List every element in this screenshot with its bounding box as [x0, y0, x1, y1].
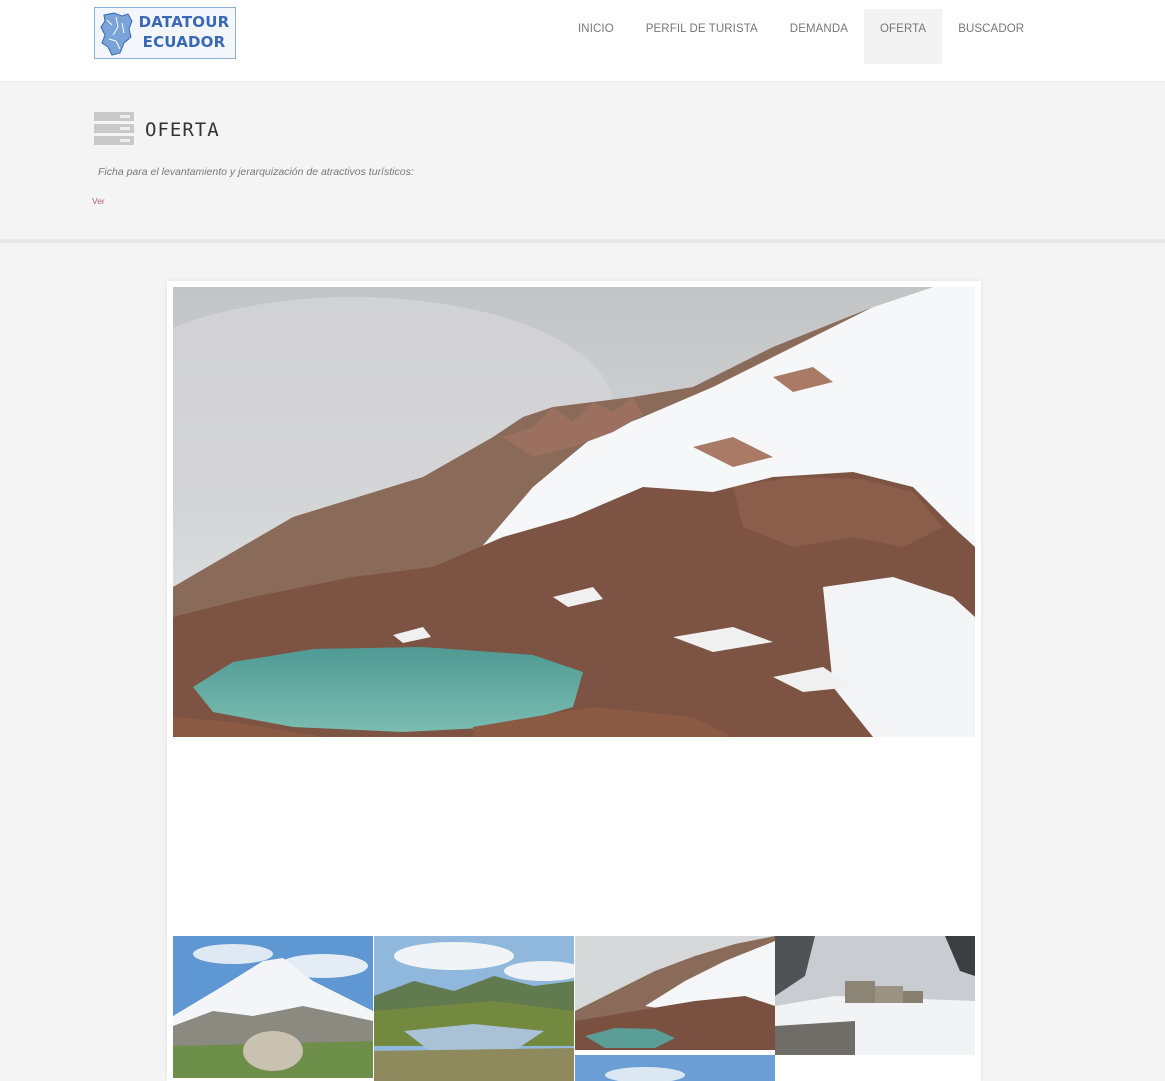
nav-item-inicio[interactable]: INICIO — [562, 9, 630, 64]
nav-item-perfil-de-turista[interactable]: PERFIL DE TURISTA — [630, 9, 774, 64]
page-title: OFERTA — [145, 119, 220, 141]
nav-item-oferta[interactable]: OFERTA — [864, 9, 943, 64]
nav-item-demanda[interactable]: DEMANDA — [774, 9, 864, 64]
main-photo[interactable] — [173, 287, 975, 737]
thumbnail-2[interactable] — [374, 936, 574, 1081]
stack-icon — [94, 112, 134, 145]
ver-link[interactable]: Ver — [92, 196, 105, 206]
thumbnail-1[interactable] — [173, 936, 373, 1078]
main-nav: INICIO PERFIL DE TURISTA DEMANDA OFERTA … — [562, 9, 1040, 64]
datatour-logo[interactable]: DATATOUR ECUADOR — [94, 7, 236, 59]
image-gallery — [167, 281, 981, 1081]
ecuador-map-icon — [100, 12, 133, 56]
page-subtitle: Ficha para el levantamiento y jerarquiza… — [98, 166, 414, 178]
logo-line-1: DATATOUR — [138, 13, 230, 31]
logo-text: DATATOUR ECUADOR — [135, 12, 233, 52]
thumbnail-3[interactable] — [575, 936, 775, 1050]
thumbnail-4[interactable] — [775, 936, 975, 1055]
logo-line-2: ECUADOR — [142, 33, 226, 51]
thumbnail-5[interactable] — [575, 1055, 775, 1081]
nav-item-buscador[interactable]: BUSCADOR — [942, 9, 1040, 64]
site-header: DATATOUR ECUADOR INICIO PERFIL DE TURIST… — [0, 0, 1165, 82]
page-heading-section: OFERTA Ficha para el levantamiento y jer… — [0, 83, 1165, 243]
